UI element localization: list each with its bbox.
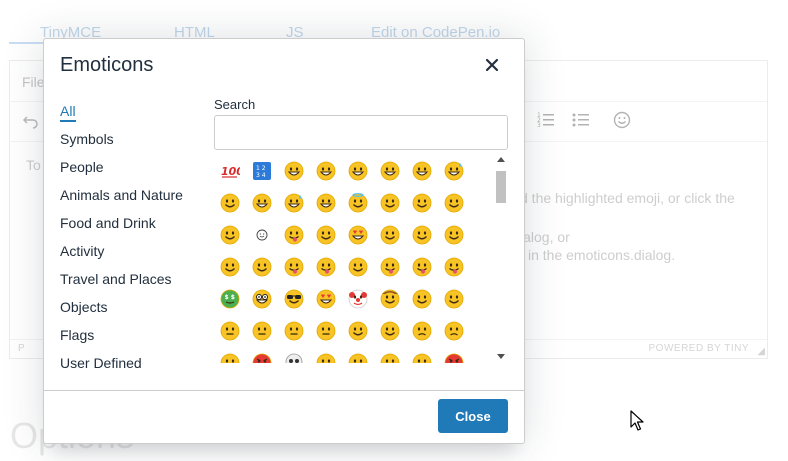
squinting-face-icon[interactable]: [310, 187, 342, 219]
beaming-face-icon[interactable]: [342, 155, 374, 187]
grinning-big-eyes-icon[interactable]: [246, 187, 278, 219]
emoji-row: [214, 219, 490, 251]
heart-eyes-icon[interactable]: [342, 219, 374, 251]
yum-face-icon[interactable]: [278, 219, 310, 251]
squinting-tongue-icon[interactable]: [374, 251, 406, 283]
sunglasses-face-icon[interactable]: [278, 283, 310, 315]
smiling-face-icon[interactable]: [214, 187, 246, 219]
close-x-button[interactable]: [480, 53, 504, 77]
stuck-out-tongue-icon[interactable]: [406, 251, 438, 283]
relieved-face-icon[interactable]: [310, 219, 342, 251]
confused-face-icon[interactable]: [406, 315, 438, 347]
tab-activity[interactable]: Activity: [60, 237, 200, 265]
smiling-eyes-icon[interactable]: [406, 187, 438, 219]
tab-symbols[interactable]: Symbols: [60, 125, 200, 153]
pouting-face-icon[interactable]: [438, 347, 470, 363]
rofl-icon[interactable]: [406, 155, 438, 187]
neutral-face-icon[interactable]: [214, 315, 246, 347]
close-button[interactable]: Close: [438, 399, 508, 433]
cowboy-face-icon[interactable]: [374, 283, 406, 315]
grinning-squinting-face-icon[interactable]: [374, 155, 406, 187]
expressionless-face-icon[interactable]: [246, 315, 278, 347]
emoticons-dialog: Emoticons All Symbols People Animals and…: [43, 38, 525, 444]
skull-face-icon[interactable]: [278, 347, 310, 363]
tab-travel-and-places[interactable]: Travel and Places: [60, 265, 200, 293]
kissing-face-icon[interactable]: [438, 219, 470, 251]
emoji-scrollbar[interactable]: [494, 155, 508, 363]
emoji-row: [214, 251, 490, 283]
tongue-face-icon[interactable]: [278, 251, 310, 283]
tab-label: All: [60, 103, 76, 122]
tab-user-defined[interactable]: User Defined: [60, 349, 200, 377]
smirk-face-icon[interactable]: [438, 283, 470, 315]
thinking-face-icon[interactable]: [374, 315, 406, 347]
sad-face-icon[interactable]: [406, 347, 438, 363]
blush-icon[interactable]: [374, 187, 406, 219]
hundred-points-icon[interactable]: 100: [214, 155, 246, 187]
rolling-eyes-icon[interactable]: [342, 315, 374, 347]
slightly-smiling-icon[interactable]: [438, 187, 470, 219]
kissing-heart-icon[interactable]: [406, 219, 438, 251]
dialog-title: Emoticons: [60, 54, 154, 76]
tab-objects[interactable]: Objects: [60, 293, 200, 321]
input-numbers-icon[interactable]: 1 23 4: [246, 155, 278, 187]
search-input[interactable]: [214, 115, 508, 150]
svg-text:3 4: 3 4: [256, 172, 266, 179]
angry-face-icon[interactable]: [246, 347, 278, 363]
emoji-row: 100 1 23 4: [214, 155, 490, 187]
frowning-face-icon[interactable]: [374, 347, 406, 363]
emoji-row: [214, 347, 490, 363]
emoji-grid-container: 100 1 23 4 $ $: [214, 155, 508, 363]
hugging-face-icon[interactable]: [406, 283, 438, 315]
worried-face-icon[interactable]: [214, 347, 246, 363]
pensive-face-icon[interactable]: [438, 315, 470, 347]
grimacing-face-icon[interactable]: [310, 155, 342, 187]
tab-food-and-drink[interactable]: Food and Drink: [60, 209, 200, 237]
close-icon: [485, 58, 499, 72]
grinning-face-icon[interactable]: [278, 155, 310, 187]
no-mouth-face-icon[interactable]: [278, 315, 310, 347]
wink-face-icon[interactable]: [342, 251, 374, 283]
scroll-thumb[interactable]: [496, 171, 506, 203]
nerd-face-icon[interactable]: [246, 283, 278, 315]
emoji-grid: 100 1 23 4 $ $: [214, 155, 490, 363]
tab-all[interactable]: All: [60, 97, 200, 125]
tab-people[interactable]: People: [60, 153, 200, 181]
emoji-row: [214, 315, 490, 347]
hushed-face-icon[interactable]: [342, 347, 374, 363]
search-label: Search: [214, 97, 256, 112]
kissing-closed-eyes-icon[interactable]: [246, 251, 278, 283]
heart-face-icon[interactable]: [374, 219, 406, 251]
category-tabs: All Symbols People Animals and Nature Fo…: [60, 97, 200, 377]
tab-flags[interactable]: Flags: [60, 321, 200, 349]
scroll-up-icon[interactable]: [497, 157, 505, 162]
smiling-halo-icon[interactable]: [342, 187, 374, 219]
flushed-face-icon[interactable]: [310, 347, 342, 363]
svg-text:100: 100: [221, 165, 240, 178]
upside-down-face-icon[interactable]: [214, 219, 246, 251]
money-mouth-icon[interactable]: $ $: [214, 283, 246, 315]
white-smiling-face-icon[interactable]: [246, 219, 278, 251]
emoji-row: [214, 187, 490, 219]
svg-text:$ $: $ $: [225, 294, 235, 301]
sweat-smile-icon[interactable]: [438, 155, 470, 187]
dialog-footer: Close: [44, 390, 524, 443]
clown-face-icon[interactable]: [342, 283, 374, 315]
emoji-row: $ $: [214, 283, 490, 315]
svg-text:1 2: 1 2: [256, 165, 266, 172]
unamused-face-icon[interactable]: [310, 315, 342, 347]
tab-animals-and-nature[interactable]: Animals and Nature: [60, 181, 200, 209]
kissing-smiling-eyes-icon[interactable]: [214, 251, 246, 283]
grinning-sweat-icon[interactable]: [278, 187, 310, 219]
tongue-wink-icon[interactable]: [438, 251, 470, 283]
zany-face-icon[interactable]: [310, 251, 342, 283]
scroll-down-icon[interactable]: [497, 354, 505, 359]
mouse-cursor-icon: [630, 410, 644, 437]
star-struck-icon[interactable]: [310, 283, 342, 315]
